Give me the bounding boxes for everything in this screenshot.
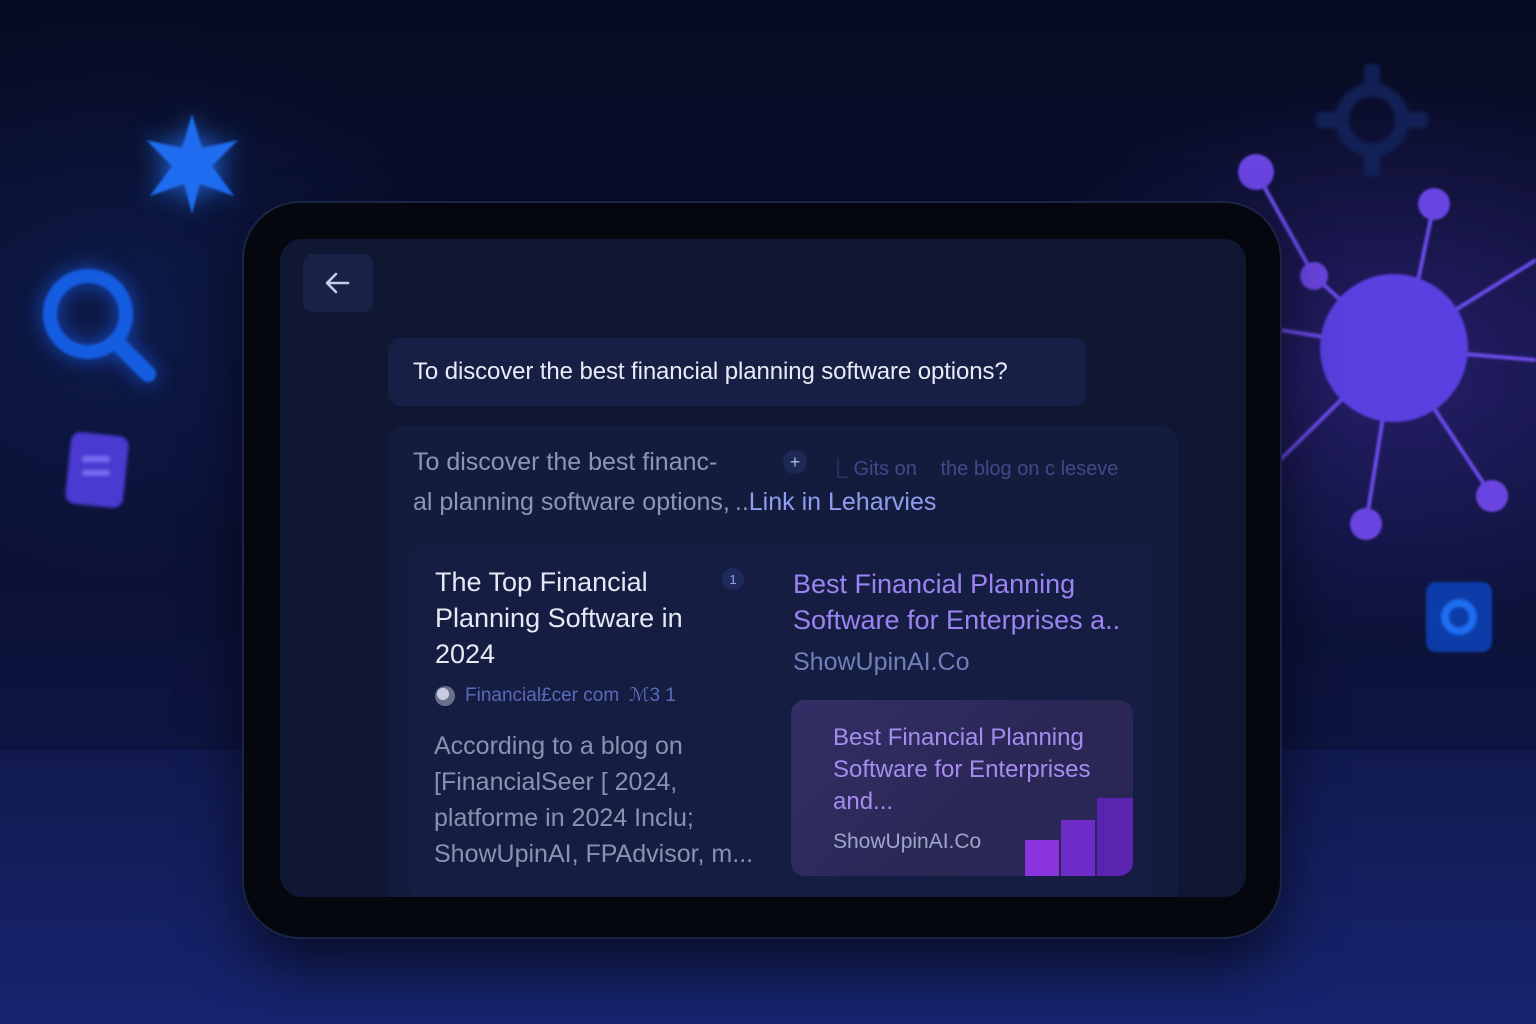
- user-query-text: To discover the best financial planning …: [413, 358, 1008, 385]
- answer-panel: To discover the best financ- + ⎿ Gits on…: [388, 426, 1178, 897]
- favicon-icon: [435, 685, 455, 706]
- faint-links: ⎿ Gits on the blog on c leseve: [828, 452, 1118, 481]
- chat-screen: To discover the best financial planning …: [280, 239, 1246, 897]
- result-source: ShowUpinAI.Co: [793, 648, 970, 676]
- source-row[interactable]: Financial£cer com ℳ3 1: [435, 684, 676, 707]
- source-cards: The Top Financial Planning Software in 2…: [410, 542, 1154, 897]
- result-title-link[interactable]: Best Financial Planning Software for Ent…: [793, 566, 1143, 638]
- answer-link[interactable]: Link in Leharvies: [749, 488, 937, 516]
- plus-icon[interactable]: +: [783, 450, 807, 474]
- citation-badge[interactable]: 1: [722, 568, 744, 590]
- faint-link[interactable]: the blog on c leseve: [940, 458, 1118, 480]
- preview-card[interactable]: Best Financial Planning Software for Ent…: [791, 700, 1133, 876]
- document-icon: [65, 432, 129, 508]
- tablet-device: To discover the best financial planning …: [244, 203, 1280, 937]
- background-scene: To discover the best financial planning …: [0, 0, 1536, 1024]
- preview-source: ShowUpinAI.Co: [833, 830, 982, 853]
- source-card-title[interactable]: The Top Financial Planning Software in 2…: [435, 564, 735, 672]
- source-extra: ℳ3 1: [629, 685, 676, 706]
- back-button[interactable]: [303, 254, 373, 312]
- arrow-left-icon: [325, 272, 350, 294]
- answer-text-line2: al planning software options, ..Link in …: [413, 488, 936, 517]
- source-card-snippet: According to a blog on [FinancialSeer [ …: [434, 732, 754, 868]
- answer-text-line1: To discover the best financ-: [413, 448, 718, 476]
- star-icon: [146, 114, 238, 214]
- square-icon: [1426, 582, 1492, 652]
- user-query-bubble: To discover the best financial planning …: [388, 338, 1086, 406]
- bar-chart-icon: [1025, 798, 1133, 876]
- plus-label: +: [789, 451, 801, 472]
- search-icon: [43, 269, 156, 382]
- faint-link[interactable]: ⎿ Gits on: [828, 458, 917, 480]
- answer-text-prefix: al planning software options, ..: [413, 488, 749, 516]
- source-domain: Financial£cer com: [465, 684, 620, 706]
